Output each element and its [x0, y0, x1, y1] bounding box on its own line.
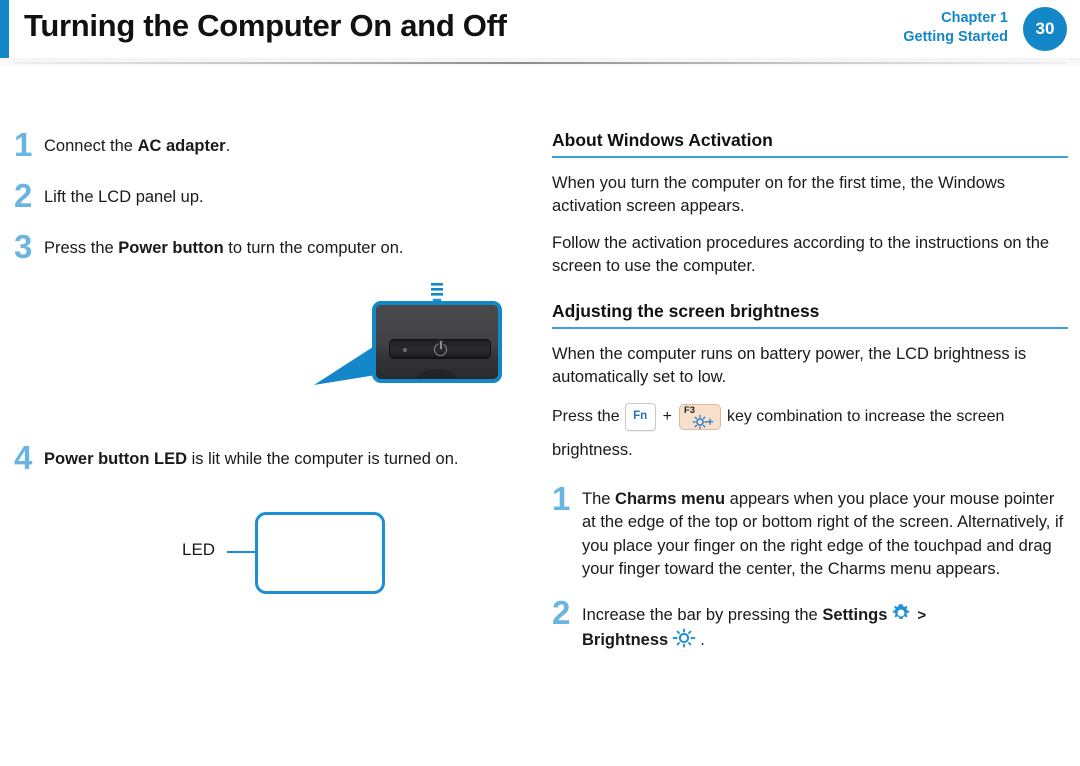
brightness-sun-icon	[672, 628, 696, 648]
step-text: Power button LED is lit while the comput…	[44, 443, 526, 471]
document-page: Turning the Computer On and Off Chapter …	[0, 0, 1080, 766]
page-header: Turning the Computer On and Off Chapter …	[0, 0, 1080, 58]
step-text: Lift the LCD panel up.	[44, 181, 526, 209]
step-text: Connect the AC adapter.	[44, 130, 526, 158]
step-text-bold: Power button LED	[44, 450, 187, 469]
brightness-up-icon	[692, 414, 714, 429]
step-item: 2 Increase the bar by pressing the Setti…	[552, 593, 1068, 653]
step-item: 1 The Charms menu appears when you place…	[552, 479, 1068, 582]
power-button-illustration	[14, 283, 526, 443]
fn-key: Fn	[624, 402, 656, 431]
section-heading: About Windows Activation	[552, 130, 773, 150]
step-text-bold: Power button	[118, 239, 224, 258]
step-text-post: .	[225, 137, 231, 155]
led-diagram: LED	[14, 494, 526, 624]
power-symbol-icon	[434, 341, 447, 357]
brightness-label: Brightness	[582, 631, 669, 650]
header-divider	[14, 62, 1066, 64]
key-combo-tail-text: brightness.	[552, 440, 633, 459]
section-windows-activation: About Windows Activation When you turn t…	[552, 130, 1068, 279]
step-number: 4	[14, 439, 33, 477]
power-button-photo	[372, 301, 502, 384]
step-text: Increase the bar by pressing the Setting…	[582, 598, 1068, 653]
step-text-bold: AC adapter	[137, 137, 226, 155]
step-text-pre: Press the	[44, 239, 119, 258]
chapter-label: Chapter 1 Getting Started	[903, 9, 1008, 47]
step-number: 2	[14, 177, 33, 215]
chapter-number: Chapter 1	[941, 10, 1008, 26]
chapter-section: Getting Started	[903, 29, 1008, 46]
settings-label: Settings	[822, 605, 888, 624]
heading-underline	[552, 156, 1068, 158]
header-gradient	[0, 58, 1080, 70]
right-column: About Windows Activation When you turn t…	[552, 130, 1068, 668]
section-screen-brightness: Adjusting the screen brightness When the…	[552, 301, 1068, 462]
body-paragraph: Follow the activation procedures accordi…	[552, 233, 1050, 276]
step-item: 3 Press the Power button to turn the com…	[14, 228, 526, 266]
page-title: Turning the Computer On and Off	[24, 8, 507, 43]
plus-sign: +	[662, 407, 672, 425]
step-number: 1	[552, 479, 571, 517]
step-text-pre: Connect the	[44, 137, 138, 155]
power-button-key	[389, 339, 491, 360]
step-text: Press the Power button to turn the compu…	[44, 232, 526, 260]
f3-key: F3	[678, 403, 721, 430]
step-text-bold: Charms menu	[615, 489, 726, 508]
heading-underline	[552, 326, 1068, 329]
gear-icon	[893, 603, 910, 619]
step-item: 1 Connect the AC adapter.	[14, 126, 526, 163]
key-combo-lead-text: Press the	[552, 407, 620, 425]
header-accent-bar	[0, 0, 9, 58]
step-text: The Charms menu appears when you place y…	[582, 484, 1068, 582]
page-number-badge: 30	[1023, 7, 1067, 51]
indicator-dot-icon	[403, 348, 407, 353]
step-text-post: is lit while the computer is turned on.	[187, 450, 459, 469]
left-column: 1 Connect the AC adapter. 2 Lift the LCD…	[14, 126, 526, 624]
step-item: 2 Lift the LCD panel up.	[14, 177, 526, 215]
step-text-pre: Lift the LCD panel up.	[44, 188, 204, 207]
section-heading: Adjusting the screen brightness	[552, 300, 820, 321]
step-number: 3	[14, 228, 33, 266]
body-paragraph: When the computer runs on battery power,…	[552, 344, 1027, 387]
step-item: 4 Power button LED is lit while the comp…	[14, 439, 526, 477]
step-number: 2	[552, 593, 571, 631]
step-text-pre: Increase the bar by pressing the	[582, 605, 823, 624]
led-label: LED	[182, 540, 216, 560]
chevron-separator: >	[917, 606, 927, 624]
step-text-post: .	[700, 631, 705, 650]
key-combination-row: Press the Fn + F3 key combination to inc…	[552, 402, 1068, 431]
callout-wedge-icon	[314, 345, 376, 386]
body-paragraph: When you turn the computer on for the fi…	[552, 174, 1006, 216]
led-outline-box	[255, 512, 385, 595]
step-text-post: to turn the computer on.	[223, 239, 404, 258]
step-text-pre: The	[582, 489, 616, 508]
step-number: 1	[14, 126, 33, 163]
key-combo-trail-text: key combination to increase the screen	[726, 407, 1005, 425]
